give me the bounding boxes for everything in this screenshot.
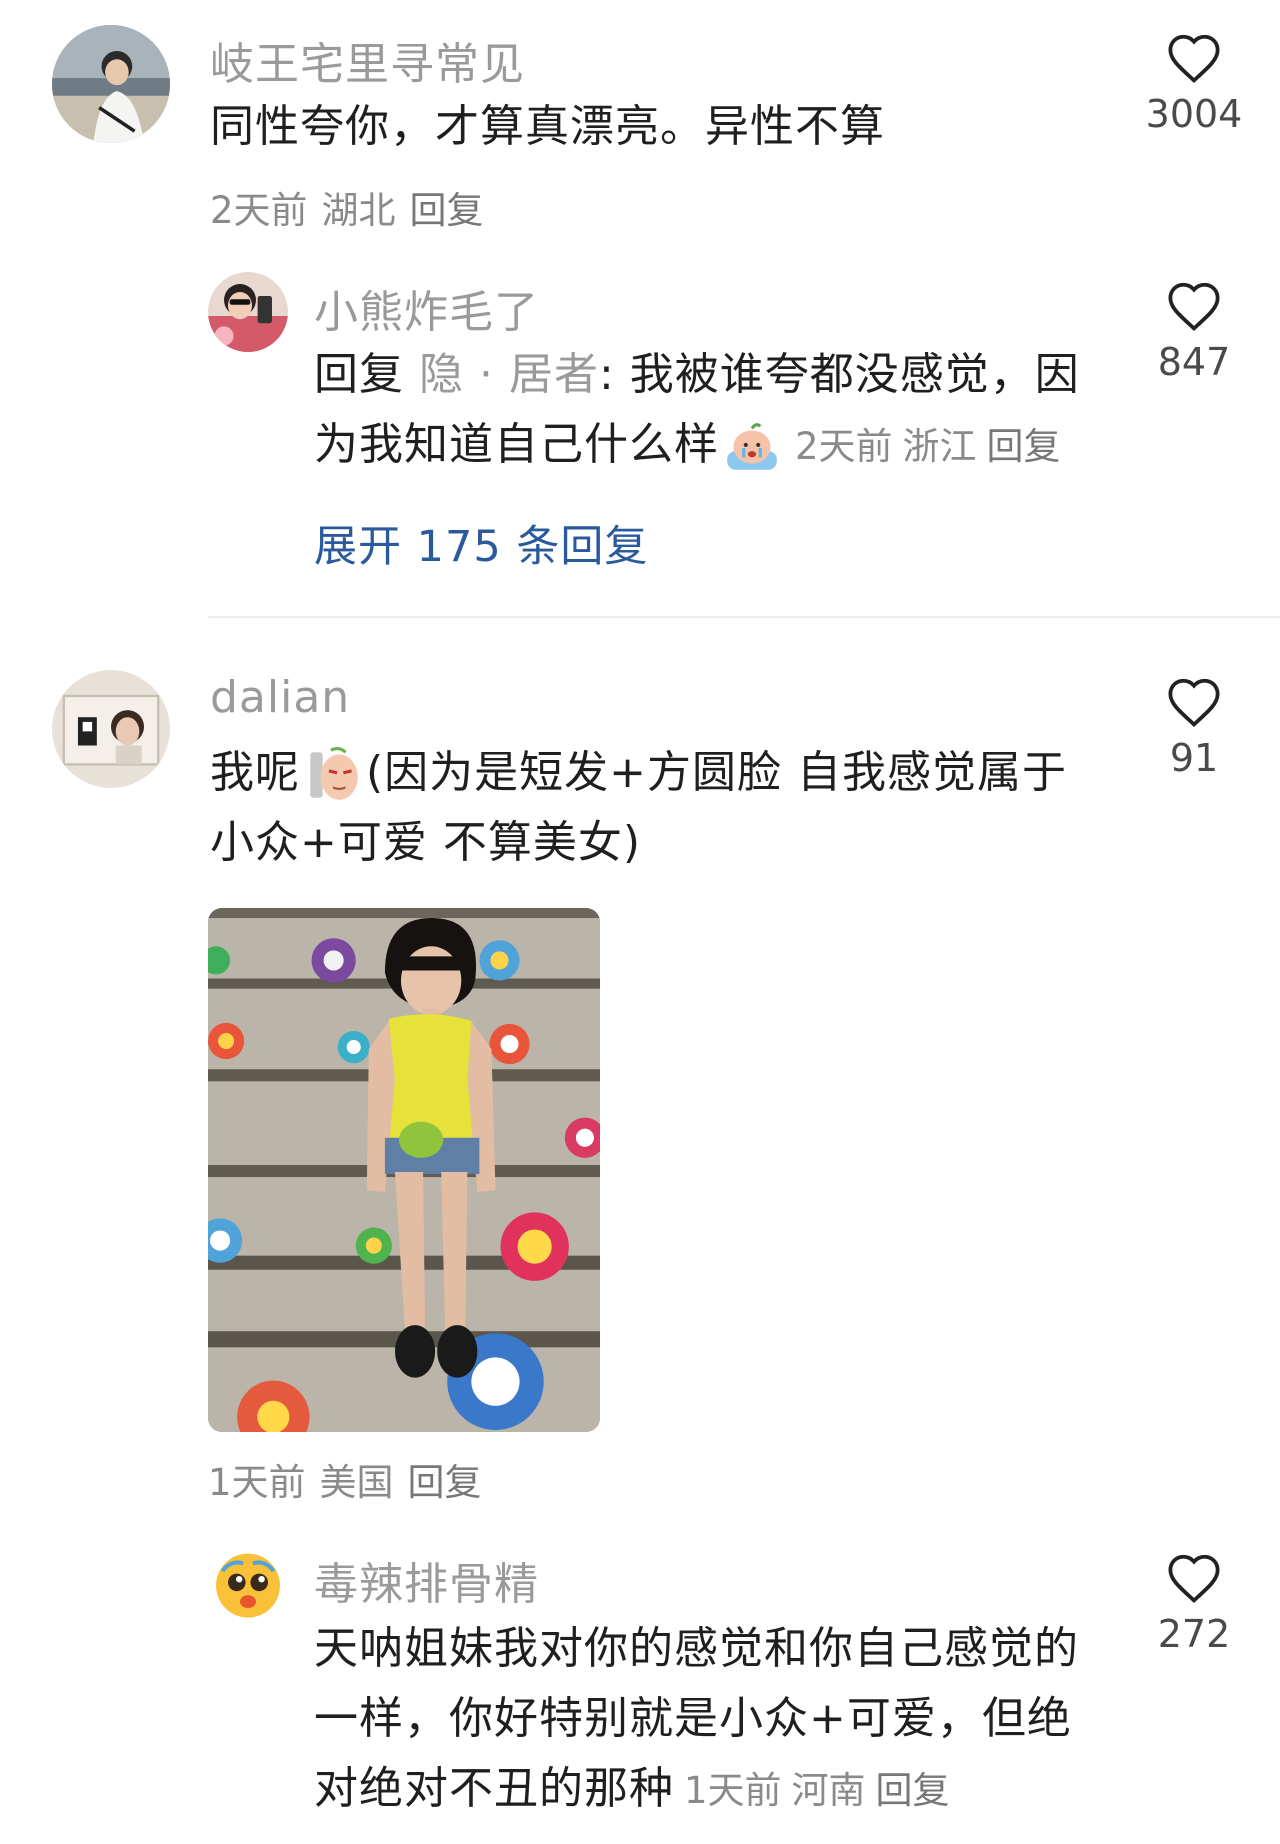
heart-icon [1168,678,1220,728]
comment-text-line: 小众+可爱 不算美女) [210,817,642,868]
crying-bath-emoji [727,423,777,470]
like-count: 91 [1169,736,1219,780]
like-button[interactable]: 91 [1104,676,1280,780]
reply-location: 河南 [791,1769,866,1812]
reply-button[interactable]: 回复 [876,1769,950,1812]
photo-girl-on-flower-stairs [208,908,600,1432]
comment-text-line: 我呢 [210,747,300,798]
comment-text: 同性夸你，才算真漂亮。异性不算 [210,101,885,152]
comment-meta: 2天前 湖北 回复 [210,180,484,234]
comment-location: 美国 [319,1461,394,1504]
comment-username[interactable]: dalian [210,672,350,723]
reply-text-line: 对绝对不丑的那种 [314,1763,674,1814]
comment-location: 湖北 [321,189,396,232]
avatar-photo-selfie [208,272,288,352]
avatar-photo-room [52,670,170,788]
like-count: 847 [1157,340,1231,384]
comment-time: 1天前 [208,1461,306,1504]
comment-username[interactable]: 岐王宅里寻常见 [210,28,525,92]
reply-time: 2天前 [795,425,893,468]
like-button[interactable]: 847 [1104,280,1280,384]
reply-text-line: : 我被谁夸都没感觉，因 [598,349,1080,400]
reply-time: 1天前 [684,1769,782,1812]
reply-button[interactable]: 回复 [410,189,484,232]
like-count: 272 [1157,1612,1231,1656]
comment-time: 2天前 [210,189,308,232]
avatar-photo-person-seaside [52,25,170,143]
comment-text-line: (因为是短发+方圆脸 自我感觉属于 [366,747,1068,798]
divider [208,616,1280,618]
mention-link[interactable]: 隐 · 居者 [419,349,599,400]
avatar[interactable] [208,272,288,352]
reply-button[interactable]: 回复 [408,1461,482,1504]
expand-replies-button[interactable]: 展开 175 条回复 [314,512,648,574]
reply-username[interactable]: 毒辣排骨精 [314,1548,539,1612]
reply-text-line: 一样，你好特别就是小众+可爱，但绝 [314,1693,1072,1744]
avatar-pleading-emoji [208,1544,288,1624]
comment-meta: 1天前 美国 回复 [208,1452,482,1506]
heart-icon [1168,1554,1220,1604]
like-count: 3004 [1145,92,1243,136]
heart-icon [1168,282,1220,332]
reply-location: 浙江 [902,425,977,468]
reply-text-line: 天呐姐妹我对你的感觉和你自己感觉的 [314,1623,1079,1674]
reply-button[interactable]: 回复 [987,425,1061,468]
reply-text: 天呐姐妹我对你的感觉和你自己感觉的 一样，你好特别就是小众+可爱，但绝 对绝对不… [314,1614,1114,1826]
avatar[interactable] [52,670,170,788]
reply-text-line: 为我知道自己什么样 [314,419,719,470]
reply-username[interactable]: 小熊炸毛了 [314,276,539,340]
avatar[interactable] [52,25,170,143]
like-button[interactable]: 3004 [1104,32,1280,136]
comment-text: 我呢 (因为是短发+方圆脸 自我感觉属于 小众+可爱 不算美女) [210,738,1090,878]
reply-prefix: 回复 [314,349,404,400]
reply-meta: 1天前 河南 回复 [684,1769,950,1812]
reply-meta: 2天前 浙江 回复 [795,425,1061,468]
avatar[interactable] [208,1544,288,1624]
reply-text: 回复 隐 · 居者: 我被谁夸都没感觉，因 为我知道自己什么样 2天前 浙江 回复 [314,340,1114,482]
comment-image[interactable] [208,908,600,1432]
like-button[interactable]: 272 [1104,1552,1280,1656]
smirk-face-emoji [310,747,358,800]
heart-icon [1168,34,1220,84]
